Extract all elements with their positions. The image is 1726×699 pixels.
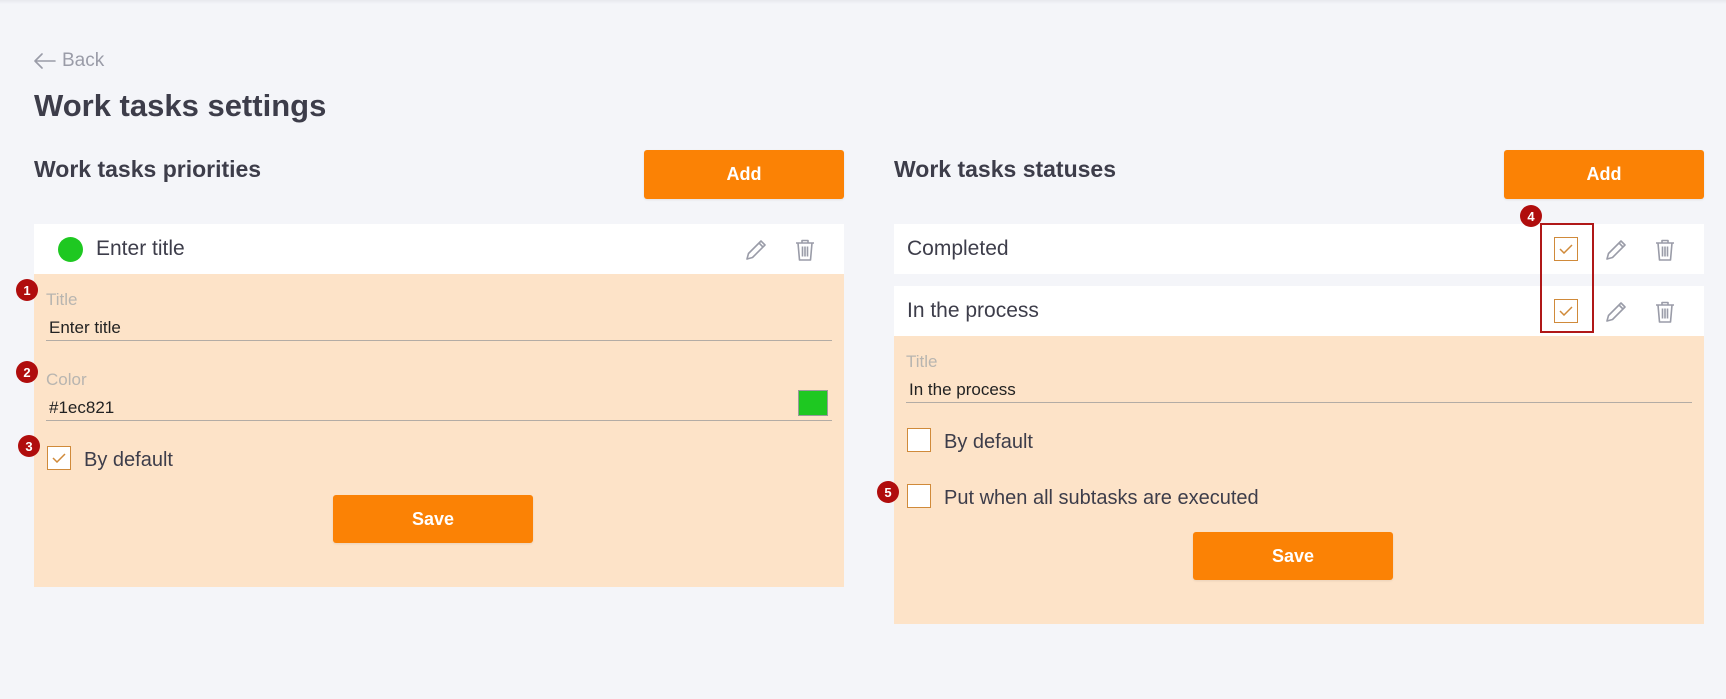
annotation-badge-2: 2 bbox=[16, 361, 38, 383]
statuses-title: Work tasks statuses bbox=[894, 156, 1117, 182]
status-save-button[interactable]: Save bbox=[1193, 532, 1393, 580]
page-title: Work tasks settings bbox=[34, 88, 327, 123]
add-status-button[interactable]: Add bbox=[1504, 150, 1704, 199]
status-title-field-label: Title bbox=[906, 352, 938, 371]
trash-icon[interactable] bbox=[791, 236, 819, 264]
annotation-badge-3: 3 bbox=[18, 435, 40, 457]
highlight-box bbox=[1540, 223, 1594, 333]
back-label: Back bbox=[62, 50, 105, 71]
title-field-label: Title bbox=[46, 290, 78, 309]
color-field-input[interactable]: #1ec821 bbox=[49, 398, 114, 418]
color-field-label: Color bbox=[46, 370, 87, 389]
status-edit-panel: Title In the process By default Put when… bbox=[894, 336, 1704, 624]
status-row-label: In the process bbox=[907, 299, 1039, 322]
color-swatch[interactable] bbox=[798, 390, 828, 416]
back-link[interactable]: Back bbox=[34, 50, 104, 72]
priority-save-button[interactable]: Save bbox=[333, 495, 533, 543]
checkmark-icon bbox=[52, 453, 66, 463]
priority-color-dot bbox=[58, 236, 83, 262]
status-title-field-input[interactable]: In the process bbox=[909, 380, 1016, 400]
add-priority-button[interactable]: Add bbox=[644, 150, 844, 199]
arrow-left-icon bbox=[34, 53, 56, 69]
annotation-badge-1: 1 bbox=[16, 279, 38, 301]
trash-icon[interactable] bbox=[1651, 298, 1679, 326]
trash-icon[interactable] bbox=[1651, 236, 1679, 264]
status-row-label: Completed bbox=[907, 237, 1009, 260]
color-field-underline bbox=[46, 420, 832, 421]
pencil-icon[interactable] bbox=[1602, 236, 1630, 264]
priority-by-default-checkbox[interactable] bbox=[47, 446, 71, 470]
annotation-badge-4: 4 bbox=[1520, 205, 1542, 227]
annotation-badge-5: 5 bbox=[877, 481, 899, 503]
subtasks-executed-label: Put when all subtasks are executed bbox=[944, 487, 1259, 509]
status-by-default-checkbox[interactable] bbox=[907, 428, 931, 452]
top-shadow bbox=[0, 0, 1726, 4]
subtasks-executed-checkbox[interactable] bbox=[907, 484, 931, 508]
priority-row[interactable]: Enter title bbox=[34, 224, 844, 274]
priority-by-default-label: By default bbox=[84, 449, 173, 471]
priority-row-label: Enter title bbox=[96, 237, 185, 260]
priorities-title: Work tasks priorities bbox=[34, 156, 262, 182]
priority-edit-panel: Title Enter title Color #1ec821 By defau… bbox=[34, 274, 844, 587]
pencil-icon[interactable] bbox=[1602, 298, 1630, 326]
status-by-default-label: By default bbox=[944, 431, 1033, 453]
title-field-underline bbox=[46, 340, 832, 341]
pencil-icon[interactable] bbox=[742, 236, 770, 264]
status-title-underline bbox=[906, 402, 1692, 403]
title-field-input[interactable]: Enter title bbox=[49, 318, 121, 338]
